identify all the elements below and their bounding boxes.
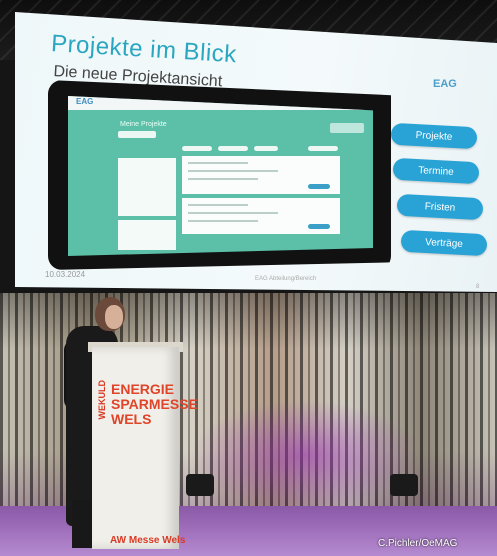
card-line xyxy=(188,212,278,214)
screen-logo: EAG xyxy=(76,97,94,106)
projected-slide: Projekte im Blick Die neue Projektansich… xyxy=(15,12,497,292)
floor-spotlight xyxy=(186,474,214,496)
card-line xyxy=(188,178,258,180)
card-line xyxy=(188,220,258,222)
card-line xyxy=(188,204,248,206)
floor-spotlight xyxy=(390,474,418,496)
screen-project-card xyxy=(182,198,340,234)
slide-footer: EAG Abteilung/Bereich xyxy=(255,276,317,282)
speaker-face xyxy=(105,305,123,329)
slide-button-fristen: Fristen xyxy=(396,193,484,221)
slide-button-vertraege: Verträge xyxy=(400,229,488,257)
screen-search-field xyxy=(118,131,156,138)
lectern-brand-vertical: WEKULD xyxy=(97,380,107,420)
photo-credit: C.Pichler/OeMAG xyxy=(378,538,458,549)
card-line xyxy=(188,170,278,172)
slide-title: Projekte im Blick xyxy=(50,30,238,69)
tablet-screen: EAG Meine Projekte xyxy=(68,96,373,256)
lectern-logo: AW Messe Wels xyxy=(110,535,186,546)
screen-filter-pill xyxy=(218,146,248,151)
screen-heading: Meine Projekte xyxy=(120,121,167,128)
card-line xyxy=(188,162,248,164)
screen-filter-panel-2 xyxy=(118,220,176,250)
screen-project-card xyxy=(182,156,340,194)
card-button xyxy=(308,224,330,229)
slide-page-number: 8 xyxy=(476,284,480,290)
screen-filter-pill xyxy=(254,146,278,151)
slide-date: 10.03.2024 xyxy=(45,270,86,279)
card-button xyxy=(308,184,330,189)
screen-filter-panel xyxy=(118,158,176,216)
screen-toolbar-icons xyxy=(330,123,364,133)
lectern xyxy=(92,347,179,549)
purple-stage-light xyxy=(190,400,420,510)
event-photo: Projekte im Blick Die neue Projektansich… xyxy=(0,0,497,556)
slide-logo: EAG xyxy=(433,78,457,90)
slide-button-projekte: Projekte xyxy=(390,122,478,150)
screen-filter-pill xyxy=(182,146,212,151)
lectern-title: ENERGIE SPARMESSE WELS xyxy=(111,381,198,427)
screen-filter-pill xyxy=(308,146,338,151)
slide-button-termine: Termine xyxy=(392,157,480,185)
